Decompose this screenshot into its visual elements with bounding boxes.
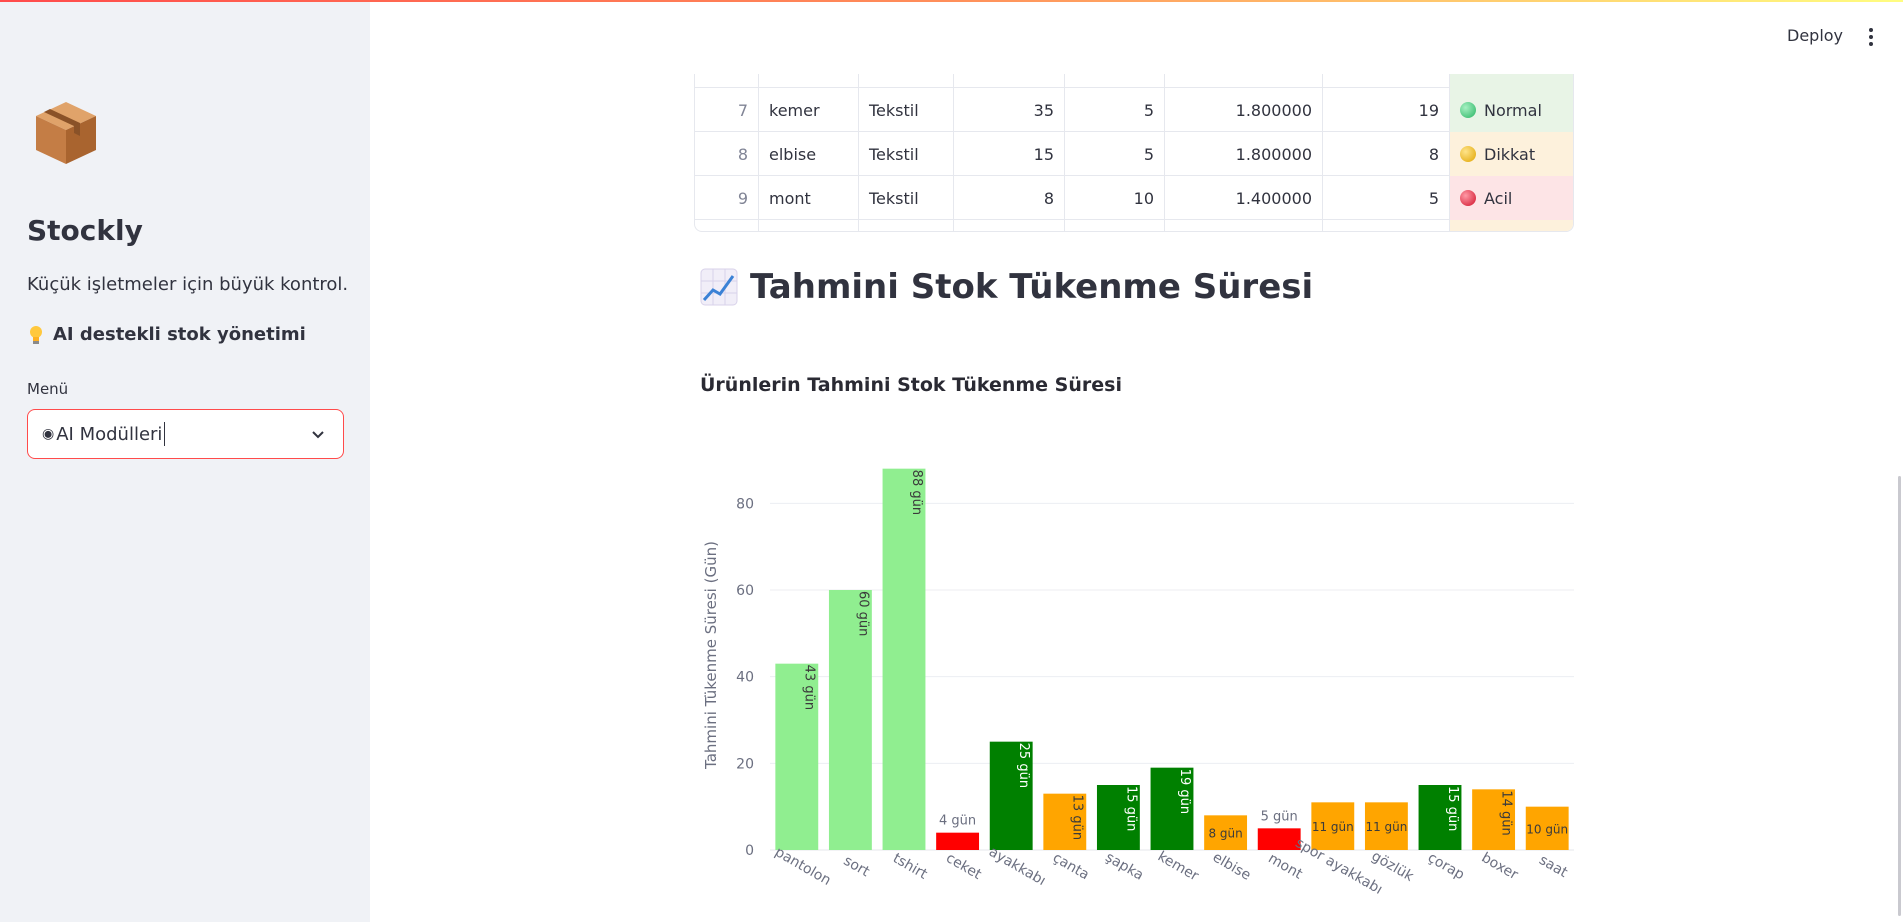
x-tick-label: elbise: [1210, 849, 1254, 883]
table-cell-n2: 5: [1065, 88, 1165, 132]
table-cell-n2: 10: [1065, 176, 1165, 220]
table-cell-idx: 7: [695, 88, 759, 132]
table-cell-name: kemer: [759, 88, 859, 132]
data-label: 4 gün: [939, 814, 976, 829]
y-tick-label: 80: [736, 496, 754, 512]
table-cell-n1: 15: [954, 132, 1065, 176]
stock-table: 7 kemer Tekstil 35 5 1.800000 19 Normal 8 elbise T…: [694, 74, 1574, 232]
deploy-button[interactable]: Deploy: [1787, 26, 1843, 45]
x-tick-label: çorap: [1425, 850, 1467, 884]
table-cell-n3: 1.800000: [1165, 88, 1323, 132]
table-cell-idx: 8: [695, 132, 759, 176]
x-tick-label: çanta: [1050, 850, 1092, 883]
section-title: Tahmini Stok Tükenme Süresi: [700, 267, 1313, 307]
table-cell-n1: 8: [954, 176, 1065, 220]
status-dot-icon: [1460, 190, 1476, 206]
status-dot-icon: [1460, 146, 1476, 162]
x-tick-label: pantolon: [772, 844, 833, 889]
app-title: Stockly: [27, 214, 143, 247]
y-tick-label: 40: [736, 670, 754, 686]
data-label: 10 gün: [1526, 822, 1568, 836]
page-scrollbar[interactable]: [1898, 476, 1901, 916]
data-label: 43 gün: [802, 665, 817, 710]
data-label: 11 gün: [1365, 820, 1407, 834]
data-label: 14 gün: [1499, 790, 1514, 835]
table-cell-n1: 35: [954, 88, 1065, 132]
x-tick-label: şapka: [1103, 849, 1147, 883]
data-label: 15 gün: [1123, 786, 1138, 831]
menu-selected-value: AI Modülleri: [56, 423, 163, 445]
data-label: 8 gün: [1208, 827, 1242, 841]
package-icon: [36, 102, 96, 164]
x-tick-label: ayakkabı: [986, 844, 1048, 889]
data-label: 13 gün: [1070, 795, 1085, 840]
table-cell-name: mont: [759, 176, 859, 220]
status-label: Acil: [1484, 188, 1513, 208]
data-label: 25 gün: [1016, 743, 1031, 788]
table-cell-cat: Tekstil: [859, 88, 954, 132]
x-tick-label: saat: [1536, 852, 1570, 881]
ai-feature-text: AI destekli stok yönetimi: [27, 324, 306, 345]
table-cell-idx: 9: [695, 176, 759, 220]
y-tick-label: 60: [736, 583, 754, 599]
menu-label: Menü: [27, 380, 69, 398]
data-label: 11 gün: [1312, 820, 1354, 834]
data-label: 15 gün: [1445, 786, 1460, 831]
y-axis-label: Tahmini Tükenme Süresi (Gün): [702, 541, 720, 770]
y-tick-label: 0: [745, 843, 754, 859]
status-badge: Normal: [1450, 88, 1573, 132]
x-tick-label: kemer: [1155, 849, 1202, 885]
stock-depletion-chart: 0 20 40 60 80 Tahmini Tükenme Süresi (Gün) 43 …: [702, 468, 1574, 898]
status-label: Dikkat: [1484, 144, 1536, 164]
status-dot-icon: [1460, 102, 1476, 118]
x-tick-label: sort: [841, 853, 873, 881]
ai-feature-label: AI destekli stok yönetimi: [53, 324, 306, 345]
table-row-partial-bottom: [695, 220, 1573, 231]
y-tick-label: 20: [736, 756, 754, 772]
table-row: 7 kemer Tekstil 35 5 1.800000 19 Normal: [695, 88, 1573, 132]
status-badge: Dikkat: [1450, 132, 1573, 176]
top-accent-line: [0, 0, 1903, 2]
data-label: 60 gün: [855, 591, 870, 636]
chevron-down-icon[interactable]: [309, 425, 327, 443]
brain-icon: ◉: [42, 426, 55, 442]
table-cell-n4: 19: [1323, 88, 1450, 132]
status-label: Normal: [1484, 100, 1542, 120]
sidebar: Stockly Küçük işletmeler için büyük kont…: [0, 0, 370, 922]
table-cell-n2: 5: [1065, 132, 1165, 176]
status-badge: Acil: [1450, 176, 1573, 220]
x-tick-label: ceket: [943, 850, 984, 883]
x-tick-label: boxer: [1479, 850, 1521, 884]
app-tagline: Küçük işletmeler için büyük kontrol.: [27, 274, 349, 295]
section-title-text: Tahmini Stok Tükenme Süresi: [750, 267, 1314, 307]
text-caret: [164, 422, 166, 446]
more-menu-icon[interactable]: [1863, 26, 1879, 48]
table-row: 9 mont Tekstil 8 10 1.400000 5 Acil: [695, 176, 1573, 220]
data-label: 5 gün: [1261, 809, 1298, 824]
table-cell-cat: Tekstil: [859, 176, 954, 220]
chart-increasing-icon: [700, 268, 738, 306]
chart-title: Ürünlerin Tahmini Stok Tükenme Süresi: [700, 374, 1122, 396]
x-tick-label: mont: [1265, 850, 1305, 882]
table-cell-n3: 1.400000: [1165, 176, 1323, 220]
bar: [882, 468, 926, 850]
menu-select[interactable]: ◉ AI Modülleri: [27, 409, 344, 459]
table-row: 8 elbise Tekstil 15 5 1.800000 8 Dikkat: [695, 132, 1573, 176]
table-cell-cat: Tekstil: [859, 132, 954, 176]
x-tick-label: tshirt: [890, 850, 930, 883]
table-row-partial-top: [695, 74, 1573, 88]
bar: [936, 832, 980, 850]
table-cell-n3: 1.800000: [1165, 132, 1323, 176]
table-cell-name: elbise: [759, 132, 859, 176]
data-label: 88 gün: [909, 470, 924, 515]
table-cell-n4: 8: [1323, 132, 1450, 176]
lightbulb-icon: [30, 325, 42, 344]
data-label: 19 gün: [1177, 769, 1192, 814]
table-cell-n4: 5: [1323, 176, 1450, 220]
